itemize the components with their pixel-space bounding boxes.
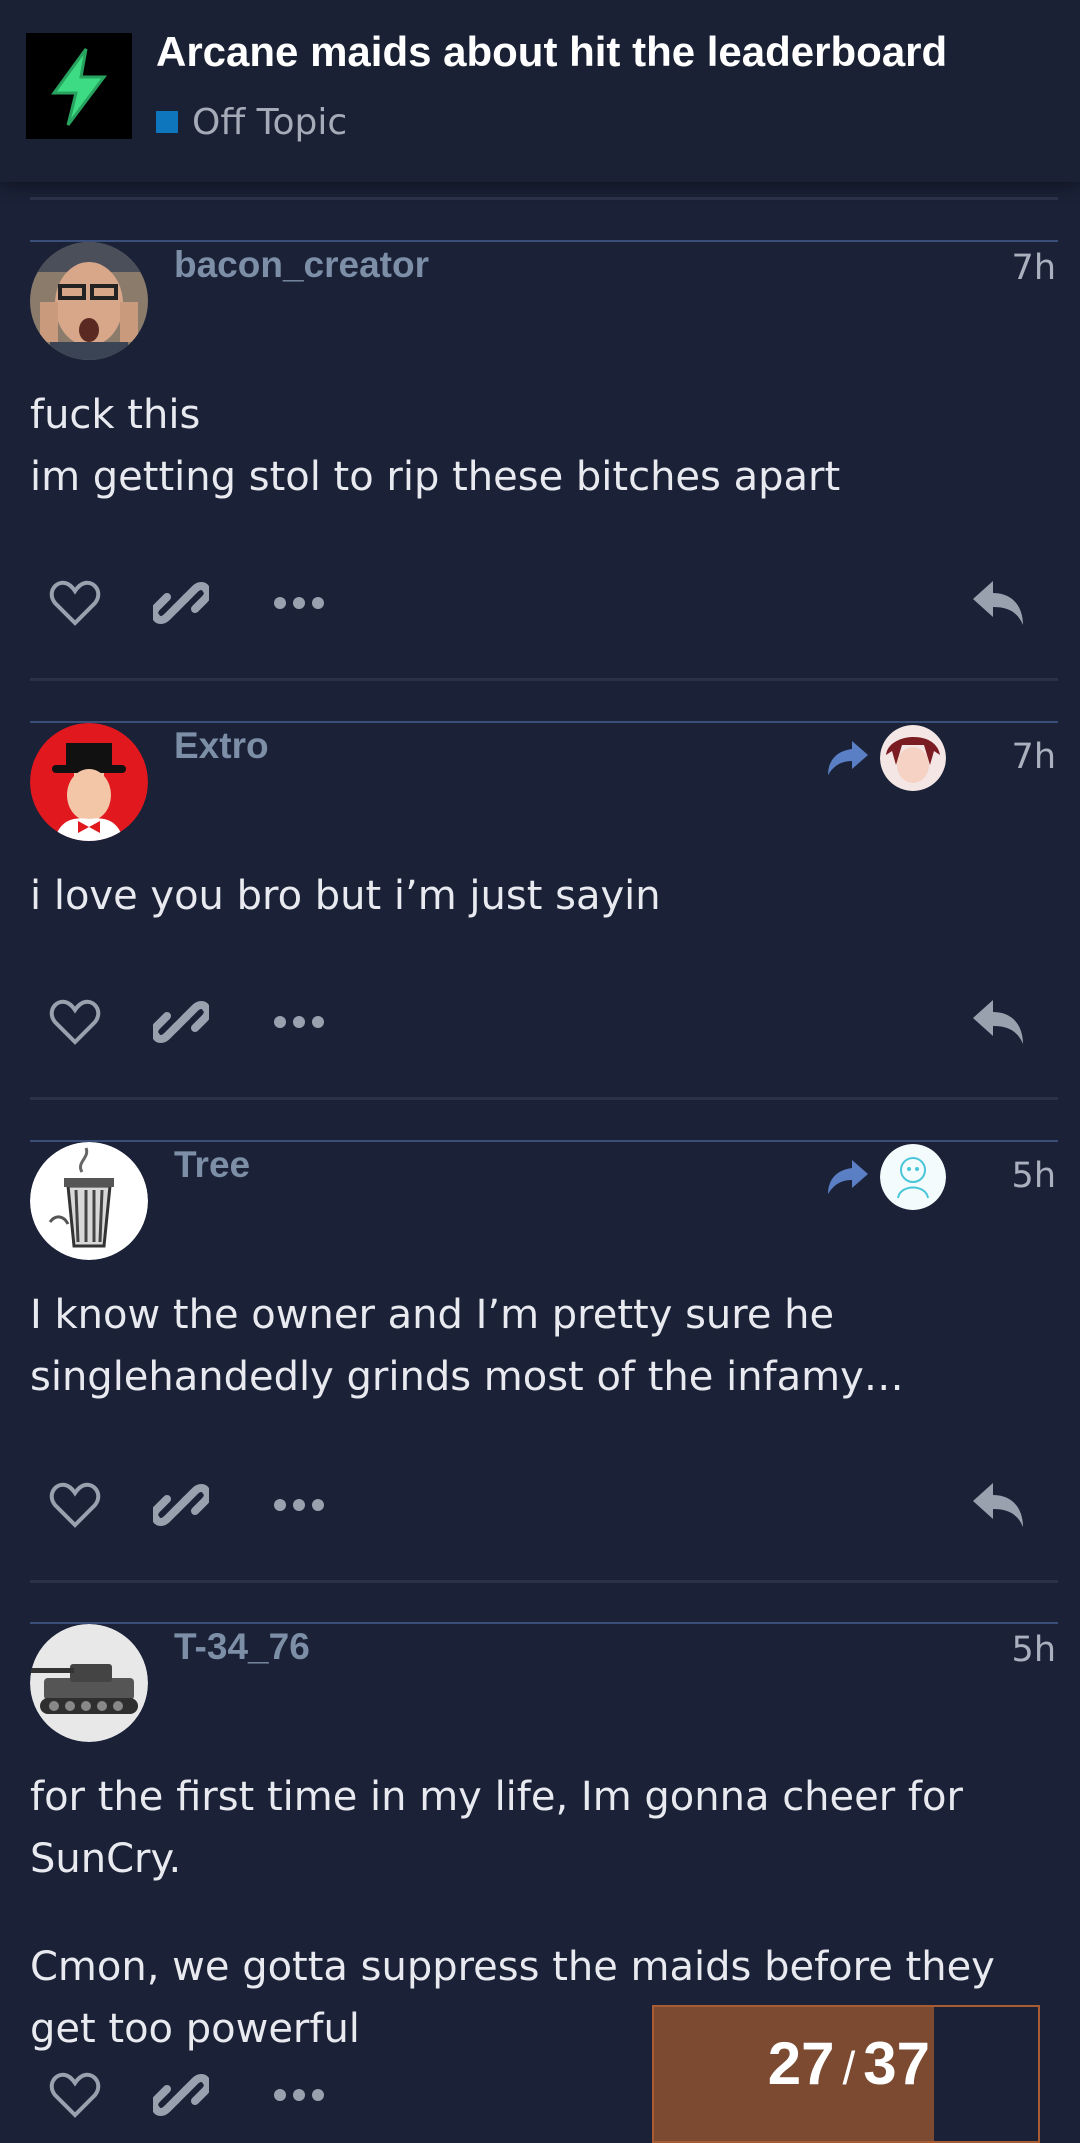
like-button[interactable] (40, 568, 110, 638)
lightning-bolt-icon (51, 48, 107, 126)
progress-label: 27/37 (654, 2029, 930, 2098)
divider (30, 1097, 1058, 1100)
like-button[interactable] (40, 2060, 110, 2130)
reply-icon (973, 1000, 1023, 1044)
category-color-square (156, 111, 178, 133)
link-icon (153, 2074, 209, 2116)
site-logo[interactable] (26, 33, 132, 139)
avatar[interactable] (30, 1142, 148, 1260)
copy-link-button[interactable] (146, 987, 216, 1057)
category-badge[interactable]: Off Topic (156, 100, 347, 144)
reply-button[interactable] (964, 568, 1034, 638)
post-text-line: i love you bro but i’m just sayin (30, 873, 661, 919)
username[interactable]: Extro (174, 725, 269, 767)
heart-icon (49, 580, 101, 626)
post-time[interactable]: 7h (1012, 737, 1056, 777)
link-icon (153, 1484, 209, 1526)
post-text-line: fuck this (30, 392, 201, 438)
heart-icon (49, 1482, 101, 1528)
avatar[interactable] (30, 723, 148, 841)
topic-progress[interactable]: 27/37 (652, 2005, 1040, 2143)
like-button[interactable] (40, 987, 110, 1057)
post-body: i love you bro but i’m just sayin (30, 865, 1050, 927)
reply-to-indicator[interactable] (828, 1144, 946, 1210)
copy-link-button[interactable] (146, 568, 216, 638)
more-button[interactable] (264, 987, 334, 1057)
username[interactable]: Tree (174, 1144, 250, 1186)
like-button[interactable] (40, 1470, 110, 1540)
reply-to-avatar (880, 1144, 946, 1210)
heart-icon (49, 2072, 101, 2118)
more-icon (274, 1499, 324, 1511)
copy-link-button[interactable] (146, 1470, 216, 1540)
more-icon (274, 1016, 324, 1028)
reply-arrow-icon (828, 1160, 868, 1194)
progress-separator: / (842, 2042, 856, 2094)
post-time[interactable]: 5h (1012, 1630, 1056, 1670)
divider (30, 197, 1058, 200)
username[interactable]: bacon_creator (174, 244, 429, 286)
post-top-border (30, 240, 1058, 242)
topic-title[interactable]: Arcane maids about hit the leaderboard (156, 28, 947, 76)
category-label: Off Topic (192, 101, 348, 143)
topic-header: Arcane maids about hit the leaderboard O… (0, 0, 1080, 182)
divider (30, 1580, 1058, 1583)
username[interactable]: T-34_76 (174, 1626, 310, 1668)
progress-total: 37 (863, 2030, 930, 2097)
reply-button[interactable] (964, 987, 1034, 1057)
heart-icon (49, 999, 101, 1045)
more-button[interactable] (264, 2060, 334, 2130)
progress-current: 27 (767, 2030, 835, 2097)
post-top-border (30, 1140, 1058, 1142)
copy-link-button[interactable] (146, 2060, 216, 2130)
post-actions (0, 987, 1080, 1057)
post-top-border (30, 1622, 1058, 1624)
post-text-line: im getting stol to rip these bitches apa… (30, 454, 841, 500)
more-button[interactable] (264, 568, 334, 638)
post-body: fuck this im getting stol to rip these b… (30, 384, 1050, 508)
more-button[interactable] (264, 1470, 334, 1540)
more-icon (274, 2089, 324, 2101)
more-icon (274, 597, 324, 609)
post-actions (0, 1470, 1080, 1540)
post-text-line: I know the owner and I’m pretty sure he … (30, 1292, 904, 1400)
post-time[interactable]: 5h (1012, 1156, 1056, 1196)
link-icon (153, 582, 209, 624)
avatar[interactable] (30, 1624, 148, 1742)
reply-to-indicator[interactable] (828, 725, 946, 791)
reply-arrow-icon (828, 741, 868, 775)
post-time[interactable]: 7h (1012, 248, 1056, 288)
reply-to-avatar (880, 725, 946, 791)
post-actions (0, 568, 1080, 638)
divider (30, 678, 1058, 681)
reply-icon (973, 581, 1023, 625)
reply-icon (973, 1483, 1023, 1527)
post-text-line: for the first time in my life, Im gonna … (30, 1774, 963, 1882)
link-icon (153, 1001, 209, 1043)
avatar[interactable] (30, 242, 148, 360)
reply-button[interactable] (964, 1470, 1034, 1540)
post-top-border (30, 721, 1058, 723)
post-body: I know the owner and I’m pretty sure he … (30, 1284, 1050, 1408)
